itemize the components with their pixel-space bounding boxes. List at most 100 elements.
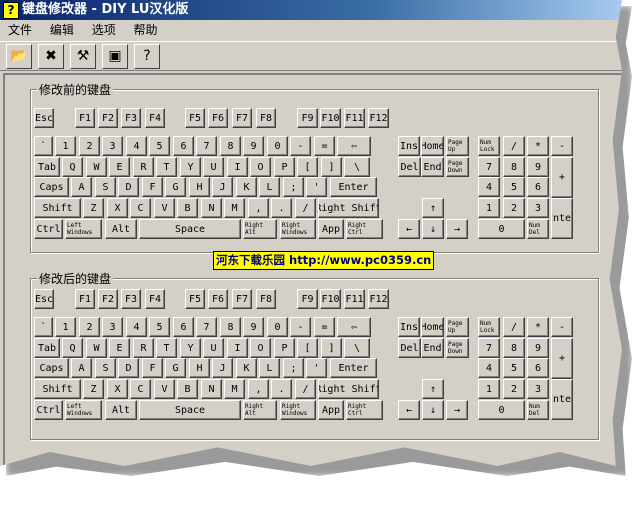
key-d[interactable]: D bbox=[118, 358, 139, 378]
key-app[interactable]: App bbox=[318, 400, 344, 420]
key-8[interactable]: 8 bbox=[503, 157, 525, 177]
key-d[interactable]: D bbox=[118, 177, 139, 197]
open-button[interactable]: 📂 bbox=[6, 44, 32, 69]
key-s[interactable]: S bbox=[95, 358, 116, 378]
key-f3[interactable]: F3 bbox=[121, 289, 141, 309]
key-right-ctrl[interactable]: Right Ctrl bbox=[346, 219, 383, 239]
key-page-up[interactable]: Page Up bbox=[446, 317, 469, 337]
key-a[interactable]: A bbox=[71, 177, 92, 197]
key-num-lock[interactable]: Num Lock bbox=[478, 136, 500, 156]
menu-file[interactable]: 文件 bbox=[8, 23, 32, 37]
key-j[interactable]: J bbox=[212, 177, 233, 197]
key-right-alt[interactable]: Right Alt bbox=[243, 219, 277, 239]
key-2b[interactable]: + bbox=[551, 338, 573, 379]
key--[interactable]: - bbox=[551, 136, 573, 156]
key-27[interactable]: ' bbox=[306, 177, 327, 197]
key-f9[interactable]: F9 bbox=[297, 289, 318, 309]
menu-help[interactable]: 帮助 bbox=[134, 23, 158, 37]
key-right-ctrl[interactable]: Right Ctrl bbox=[346, 400, 383, 420]
key-home[interactable]: Home bbox=[421, 317, 444, 337]
key-ctrl[interactable]: Ctrl bbox=[34, 400, 63, 420]
key-left-windows[interactable]: Left Windows bbox=[65, 400, 102, 420]
key-2191[interactable]: ↑ bbox=[422, 198, 444, 218]
key-4[interactable]: 4 bbox=[126, 317, 147, 337]
key-f7[interactable]: F7 bbox=[232, 108, 252, 128]
key-q[interactable]: Q bbox=[62, 157, 83, 177]
key-f12[interactable]: F12 bbox=[368, 108, 389, 128]
key-7[interactable]: 7 bbox=[478, 157, 500, 177]
key-i[interactable]: I bbox=[227, 157, 248, 177]
key-6[interactable]: 6 bbox=[173, 317, 194, 337]
key-3[interactable]: 3 bbox=[102, 317, 123, 337]
key-f10[interactable]: F10 bbox=[320, 289, 341, 309]
key-f11[interactable]: F11 bbox=[344, 289, 365, 309]
key-f1[interactable]: F1 bbox=[75, 289, 95, 309]
key-2190[interactable]: ← bbox=[398, 219, 420, 239]
key-z[interactable]: Z bbox=[83, 198, 104, 218]
key-60[interactable]: ` bbox=[34, 136, 53, 156]
key-right-shift[interactable]: Right Shift bbox=[318, 379, 379, 399]
key-3[interactable]: 3 bbox=[527, 198, 549, 218]
key-ins[interactable]: Ins bbox=[398, 317, 420, 337]
key-shift[interactable]: Shift bbox=[34, 198, 81, 218]
key-0[interactable]: 0 bbox=[267, 136, 288, 156]
key-8[interactable]: 8 bbox=[503, 338, 525, 358]
key-del[interactable]: Del bbox=[398, 338, 421, 358]
help-button[interactable]: ? bbox=[134, 44, 160, 69]
key-f12[interactable]: F12 bbox=[368, 289, 389, 309]
key-y[interactable]: Y bbox=[180, 157, 201, 177]
key-2[interactable]: 2 bbox=[79, 317, 100, 337]
key-2193[interactable]: ↓ bbox=[422, 219, 444, 239]
key-page-down[interactable]: Page Down bbox=[446, 338, 469, 358]
key-2e[interactable]: . bbox=[271, 198, 292, 218]
key-l[interactable]: L bbox=[259, 358, 280, 378]
key-2192[interactable]: → bbox=[446, 219, 468, 239]
key-space[interactable]: Space bbox=[139, 400, 241, 420]
key-j[interactable]: J bbox=[212, 358, 233, 378]
key-4[interactable]: 4 bbox=[126, 136, 147, 156]
key-5b[interactable]: [ bbox=[297, 338, 318, 358]
key-5c[interactable]: \ bbox=[344, 338, 370, 358]
key-r[interactable]: R bbox=[133, 338, 154, 358]
tools-button[interactable]: ⚒ bbox=[70, 44, 96, 69]
key-h[interactable]: H bbox=[189, 358, 210, 378]
key-9[interactable]: 9 bbox=[527, 157, 549, 177]
key-f9[interactable]: F9 bbox=[297, 108, 318, 128]
key--[interactable]: - bbox=[551, 317, 573, 337]
key-9[interactable]: 9 bbox=[527, 338, 549, 358]
key-60[interactable]: ` bbox=[34, 317, 53, 337]
key-v[interactable]: V bbox=[154, 198, 175, 218]
key-5[interactable]: 5 bbox=[503, 177, 525, 197]
key-b[interactable]: B bbox=[177, 379, 198, 399]
key-e[interactable]: E bbox=[109, 338, 130, 358]
key-2b[interactable]: + bbox=[551, 157, 573, 198]
key-7[interactable]: 7 bbox=[196, 317, 217, 337]
key-2c[interactable]: , bbox=[248, 198, 269, 218]
key-t[interactable]: T bbox=[156, 157, 177, 177]
key-4[interactable]: 4 bbox=[478, 358, 500, 378]
key-0[interactable]: 0 bbox=[267, 317, 288, 337]
key-right-windows[interactable]: Right Windows bbox=[280, 400, 316, 420]
menu-edit[interactable]: 编辑 bbox=[50, 23, 74, 37]
key-c[interactable]: C bbox=[130, 379, 151, 399]
key-1[interactable]: 1 bbox=[55, 317, 76, 337]
key-i[interactable]: I bbox=[227, 338, 248, 358]
key-num-del[interactable]: Num Del bbox=[527, 400, 549, 420]
key-w[interactable]: W bbox=[86, 338, 107, 358]
key-5[interactable]: 5 bbox=[503, 358, 525, 378]
key-2e[interactable]: . bbox=[271, 379, 292, 399]
key-f5[interactable]: F5 bbox=[185, 108, 205, 128]
key-1[interactable]: 1 bbox=[55, 136, 76, 156]
menu-options[interactable]: 选项 bbox=[92, 23, 116, 37]
key-f4[interactable]: F4 bbox=[145, 289, 165, 309]
key-v[interactable]: V bbox=[154, 379, 175, 399]
key-m[interactable]: M bbox=[224, 198, 245, 218]
key-tab[interactable]: Tab bbox=[34, 157, 60, 177]
key-2191[interactable]: ↑ bbox=[422, 379, 444, 399]
key-2f[interactable]: / bbox=[295, 379, 316, 399]
key-t[interactable]: T bbox=[156, 338, 177, 358]
key-ins[interactable]: Ins bbox=[398, 136, 420, 156]
key-0[interactable]: 0 bbox=[478, 400, 525, 420]
key-f2[interactable]: F2 bbox=[98, 289, 118, 309]
key-o[interactable]: O bbox=[250, 338, 271, 358]
